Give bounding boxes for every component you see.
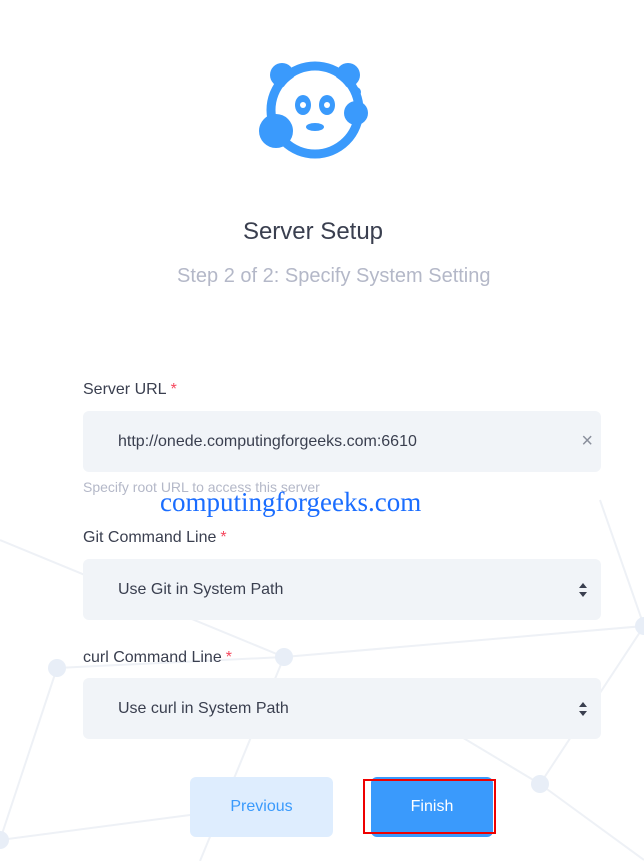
watermark: computingforgeeks.com: [160, 487, 422, 517]
sort-arrows-icon: [579, 702, 587, 716]
git-command-value: Use Git in System Path: [118, 581, 284, 598]
step-subtitle: Step 2 of 2: Specify System Setting: [177, 265, 491, 287]
server-url-label: Server URL *: [83, 381, 177, 399]
sort-arrows-icon: [579, 583, 587, 597]
git-command-select[interactable]: Use Git in System Path: [83, 559, 601, 620]
label-text: Git Command Line: [83, 529, 217, 546]
label-text: curl Command Line: [83, 649, 222, 666]
required-mark: *: [170, 381, 177, 398]
clear-icon[interactable]: ×: [581, 411, 593, 472]
page-title: Server Setup: [242, 218, 384, 245]
curl-command-label: curl Command Line *: [83, 649, 232, 667]
server-url-input[interactable]: http://onede.computingforgeeks.com:6610 ×: [83, 411, 601, 472]
curl-command-select[interactable]: Use curl in System Path: [83, 678, 601, 739]
curl-command-value: Use curl in System Path: [118, 700, 289, 717]
server-url-value: http://onede.computingforgeeks.com:6610: [118, 433, 417, 450]
previous-button[interactable]: Previous: [190, 777, 333, 837]
finish-button[interactable]: Finish: [371, 777, 493, 837]
label-text: Server URL: [83, 381, 167, 398]
required-mark: *: [225, 649, 232, 666]
panda-logo-icon: [259, 61, 368, 159]
required-mark: *: [220, 529, 227, 546]
git-command-label: Git Command Line *: [83, 529, 227, 547]
